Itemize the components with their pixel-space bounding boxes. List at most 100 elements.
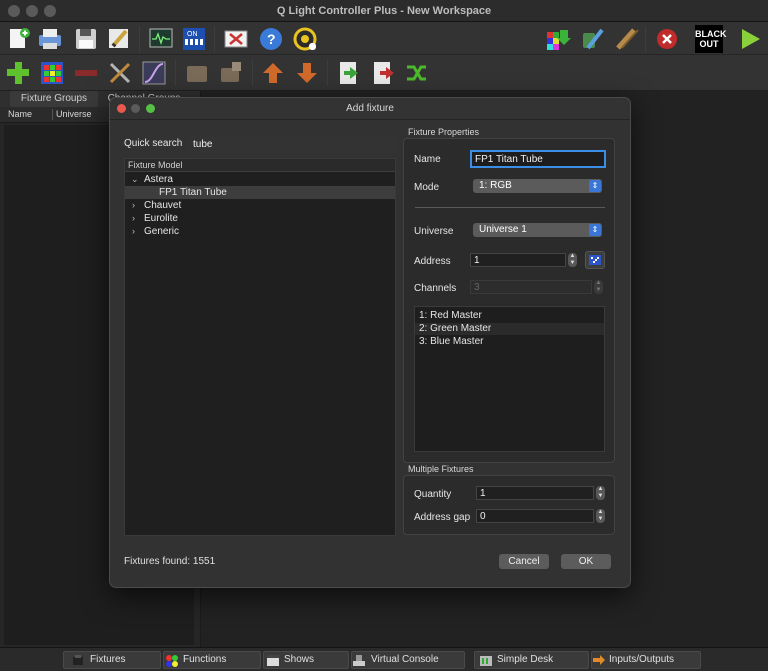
add-fixture-dialog: Add fixture Quick search Fixture Model ⌄… (109, 97, 631, 588)
fixtures-found-count: Fixtures found: 1551 (124, 556, 216, 567)
mode-select[interactable]: 1: RGB ⇕ (473, 179, 602, 193)
tab-fixtures[interactable]: Fixtures (63, 651, 161, 669)
address-gap-stepper[interactable]: ▲ ▼ (596, 509, 605, 523)
column-universe[interactable]: Universe (56, 109, 92, 119)
remove-fixture-icon[interactable] (73, 60, 99, 86)
channel-list-item[interactable]: 2: Green Master (415, 323, 604, 335)
open-workspace-icon[interactable] (37, 26, 63, 52)
fixture-properties-title: Fixture Properties (408, 127, 480, 137)
add-rgb-panel-icon[interactable] (39, 60, 65, 86)
tab-virtual-console[interactable]: Virtual Console (351, 651, 465, 669)
fixtures-icon (73, 655, 83, 665)
svg-text:ON: ON (187, 31, 198, 38)
chevron-right-icon[interactable]: › (132, 225, 135, 238)
tab-inputs-outputs[interactable]: Inputs/Outputs (591, 651, 701, 669)
quantity-input[interactable] (476, 486, 594, 500)
address-gap-input[interactable] (476, 509, 594, 523)
tree-item-label: FP1 Titan Tube (159, 187, 227, 198)
tab-fixture-groups[interactable]: Fixture Groups (10, 91, 98, 107)
inputs-outputs-icon (593, 655, 605, 665)
address-stepper[interactable]: ▲ ▼ (568, 253, 577, 267)
blackout-icon[interactable]: BLACK OUT (695, 25, 727, 53)
new-workspace-icon[interactable] (6, 26, 32, 52)
tree-header: Fixture Model (125, 159, 395, 172)
new-group-icon[interactable] (218, 60, 244, 86)
fade-config-icon[interactable] (141, 60, 167, 86)
main-toolbar: ON ? BLACK OUT (0, 22, 768, 55)
import-fixtures-icon[interactable] (336, 60, 362, 86)
group-fixture-icon[interactable] (184, 60, 210, 86)
tab-virtual-console-label: Virtual Console (371, 654, 439, 665)
quantity-label: Quantity (414, 489, 452, 500)
dip-switch-button[interactable] (585, 251, 605, 269)
tab-shows[interactable]: Shows (263, 651, 349, 669)
tree-item-generic[interactable]: › Generic (125, 225, 395, 238)
quick-search-input[interactable] (190, 135, 396, 153)
blackout-label: BLACK OUT (695, 29, 727, 49)
name-input[interactable] (470, 150, 606, 168)
stop-all-icon[interactable] (654, 26, 680, 52)
address-input[interactable] (470, 253, 566, 267)
simple-desk-icon (480, 656, 492, 666)
address-tool-icon[interactable]: ON (181, 26, 207, 52)
universe-label: Universe (414, 226, 454, 237)
configure-fixture-icon[interactable] (107, 60, 133, 86)
channel-list-item[interactable]: 1: Red Master (415, 310, 604, 322)
dump-dmx-icon[interactable] (545, 26, 571, 52)
quantity-stepper[interactable]: ▲ ▼ (596, 486, 605, 500)
channel-list-item[interactable]: 3: Blue Master (415, 336, 604, 348)
move-down-icon[interactable] (294, 60, 320, 86)
properties-divider (415, 207, 605, 208)
bottom-tabbar: Fixtures Functions Shows Virtual Console… (0, 647, 768, 671)
channel-list[interactable]: 1: Red Master 2: Green Master 3: Blue Ma… (414, 306, 605, 452)
remap-fixtures-icon[interactable] (404, 60, 430, 86)
add-fixture-icon[interactable] (5, 60, 31, 86)
universe-value: Universe 1 (479, 224, 527, 235)
channels-input (470, 280, 592, 294)
move-up-icon[interactable] (260, 60, 286, 86)
tab-simple-desk[interactable]: Simple Desk (474, 651, 589, 669)
tree-item-label: Eurolite (144, 213, 178, 224)
fixture-toolbar (0, 55, 768, 91)
tree-item-fp1-titan-tube[interactable]: FP1 Titan Tube (125, 186, 395, 199)
tab-functions-label: Functions (183, 654, 227, 665)
channels-label: Channels (414, 283, 457, 294)
monitor-icon[interactable] (148, 26, 174, 52)
tab-functions[interactable]: Functions (163, 651, 261, 669)
tab-simple-desk-label: Simple Desk (497, 654, 554, 665)
play-icon[interactable] (737, 26, 763, 52)
edit-mode-icon[interactable] (106, 26, 132, 52)
live-edit-icon[interactable] (580, 26, 606, 52)
column-name[interactable]: Name (8, 109, 32, 119)
dip-switch-icon (589, 255, 601, 265)
mode-label: Mode (414, 182, 440, 193)
ok-button[interactable]: OK (561, 554, 611, 569)
fixture-model-tree[interactable]: Fixture Model ⌄ Astera FP1 Titan Tube › … (124, 158, 396, 536)
dialog-title: Add fixture (346, 103, 394, 114)
name-label: Name (414, 154, 441, 165)
export-fixtures-icon[interactable] (370, 60, 396, 86)
address-label: Address (414, 256, 451, 267)
save-workspace-icon[interactable] (73, 26, 99, 52)
fader-edit-icon[interactable] (613, 26, 639, 52)
window-titlebar: Q Light Controller Plus - New Workspace (0, 0, 768, 22)
svg-text:?: ? (267, 31, 276, 47)
tab-fixtures-label: Fixtures (90, 654, 126, 665)
cancel-button[interactable]: Cancel (499, 554, 549, 569)
tree-item-chauvet[interactable]: › Chauvet (125, 199, 395, 212)
shows-icon (267, 655, 279, 666)
tree-item-astera[interactable]: ⌄ Astera (125, 173, 395, 186)
tree-item-eurolite[interactable]: › Eurolite (125, 212, 395, 225)
universe-select[interactable]: Universe 1 ⇕ (473, 223, 602, 237)
help-icon[interactable]: ? (258, 26, 284, 52)
window-title: Q Light Controller Plus - New Workspace (276, 5, 492, 17)
close-icon[interactable] (223, 26, 249, 52)
tab-shows-label: Shows (284, 654, 315, 665)
quick-search-label: Quick search (124, 138, 183, 149)
chevron-down-icon[interactable]: ⌄ (131, 173, 139, 186)
virtual-console-icon (353, 655, 365, 666)
chevron-right-icon[interactable]: › (132, 199, 135, 212)
about-icon[interactable] (292, 26, 318, 52)
chevron-right-icon[interactable]: › (132, 212, 135, 225)
address-gap-label: Address gap (414, 512, 471, 523)
